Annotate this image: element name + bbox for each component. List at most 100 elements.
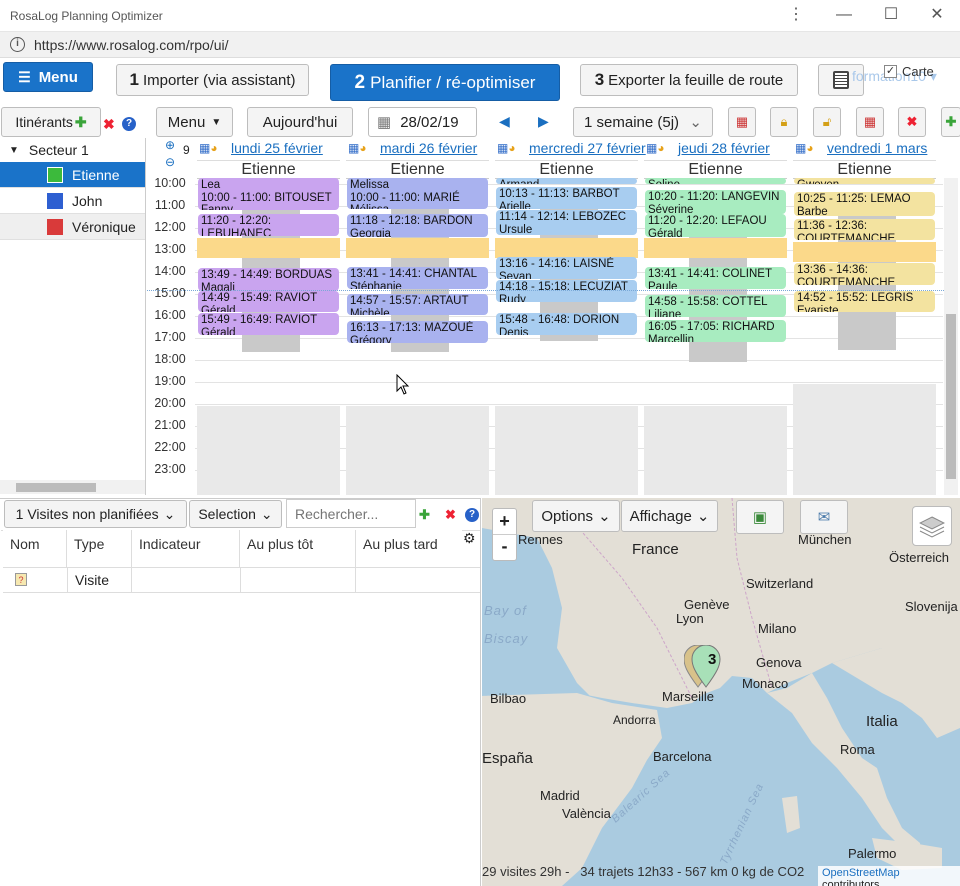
event-title: 10:13 - 11:13: BARBOT [499, 188, 620, 200]
zoom-out-button[interactable]: - [493, 535, 516, 561]
visit-event[interactable]: 15:48 - 16:48: DORION Denis [496, 313, 637, 335]
col-indicateur[interactable]: Indicateur [132, 530, 240, 567]
day-date-link[interactable]: jeudi 28 février [644, 140, 770, 156]
visit-event[interactable]: Armand [496, 178, 637, 184]
visit-event[interactable]: 15:49 - 16:49: RAVIOT Gérald [198, 313, 339, 335]
osm-link[interactable]: OpenStreetMap [822, 867, 900, 879]
map-route-button[interactable]: ✉ [800, 500, 848, 534]
visit-event[interactable]: 13:36 - 14:36: COURTEMANCHE Dorine [794, 263, 935, 285]
calendar-menu-button[interactable]: Menu ▼ [156, 107, 233, 137]
layers-button[interactable] [912, 506, 952, 546]
close-window-icon[interactable]: ✕ [925, 4, 949, 26]
carte-checkbox[interactable]: ✓ [884, 65, 897, 78]
visit-event[interactable]: Melissa10:00 - 11:00: MARIÉMélissa [347, 178, 488, 209]
visit-event[interactable]: Gweven [794, 178, 935, 184]
visit-event[interactable]: 11:36 - 12:36: COURTEMANCHE Dorine [794, 219, 935, 240]
search-input[interactable] [286, 499, 416, 528]
map-fit-button[interactable]: ▣ [736, 500, 784, 534]
visit-event[interactable]: 16:05 - 17:05: RICHARD Marcellin [645, 320, 786, 342]
add-visit-icon[interactable]: ✚ [419, 507, 430, 523]
visit-event[interactable]: 11:18 - 12:18: BARDON Georgia [347, 214, 488, 237]
visit-event[interactable]: 14:57 - 15:57: ARTAUT Michèle [347, 294, 488, 315]
zoom-in-button[interactable]: + [493, 509, 516, 535]
hour-label: 13:00 [154, 242, 186, 256]
prev-arrow-icon[interactable]: ◀ [499, 113, 510, 130]
range-select[interactable]: 1 semaine (5j) ⌄ [573, 107, 713, 137]
itinerants-tab[interactable]: Itinérants ✚ [1, 107, 101, 137]
col-au-plus-tot[interactable]: Au plus tôt [240, 530, 356, 567]
visit-event[interactable]: 13:49 - 14:49: BORDUAS Magali [198, 268, 339, 291]
carte-toggle[interactable]: ✓ Carte [884, 64, 934, 79]
visit-event[interactable]: 10:25 - 11:25: LEMAO Barbe [794, 192, 935, 216]
horizontal-scrollbar[interactable] [0, 480, 145, 494]
scroll-thumb[interactable] [16, 483, 96, 492]
unplanned-select[interactable]: 1 Visites non planifiées ⌄ [4, 500, 187, 528]
calendar-view-button[interactable]: ▦ [728, 107, 756, 137]
col-type[interactable]: Type [67, 530, 132, 567]
map-options-button[interactable]: Options ⌄ [532, 500, 620, 532]
map-cluster-marker[interactable]: 3 [684, 645, 722, 688]
zoom-out-icon[interactable]: ⊖ [165, 155, 175, 169]
export-button[interactable]: 3 Exporter la feuille de route [580, 64, 798, 96]
map-label: Milano [758, 621, 797, 636]
main-menu-button[interactable]: ☰ Menu [3, 62, 93, 92]
minimize-icon[interactable]: — [832, 4, 856, 26]
resource-row-john[interactable]: John [0, 188, 145, 214]
table-row[interactable]: ? Visite [3, 567, 480, 593]
help-icon[interactable]: ? [122, 117, 136, 131]
calendar-delete-button[interactable]: ▦ [856, 107, 884, 137]
day-date-link[interactable]: mercredi 27 février [495, 140, 646, 156]
selection-select[interactable]: Selection ⌄ [189, 500, 282, 528]
resource-row-veronique[interactable]: Véronique [0, 214, 145, 240]
col-au-plus-tard[interactable]: Au plus tard [356, 530, 462, 567]
visit-event[interactable]: 11:20 - 12:20: LEFAOU Gérald [645, 214, 786, 237]
sector-row[interactable]: ▼ Secteur 1 [0, 138, 145, 162]
visit-event[interactable]: 10:13 - 11:13: BARBOT Arielle [496, 187, 637, 209]
url-text[interactable]: https://www.rosalog.com/rpo/ui/ [34, 37, 229, 53]
kebab-menu-icon[interactable]: ⋮ [784, 4, 808, 26]
next-arrow-icon[interactable]: ▶ [538, 113, 549, 130]
vertical-scrollbar[interactable] [944, 178, 958, 495]
info-icon[interactable]: i [10, 37, 25, 52]
map-affichage-button[interactable]: Affichage ⌄ [621, 500, 718, 532]
map-panel[interactable]: Rennes München Österreich France Switzer… [482, 498, 960, 886]
collapse-arrow-icon[interactable]: ▼ [9, 145, 19, 156]
unlock-button[interactable]: 🔓︎ [813, 107, 841, 137]
visit-event[interactable]: 14:18 - 15:18: LECUZIAT Rudy [496, 280, 637, 302]
date-field[interactable]: ▦ 28/02/19 [368, 107, 477, 137]
event-contact: Ursule [499, 223, 533, 236]
calendar-icon[interactable]: ▦ [377, 113, 391, 131]
visit-event[interactable]: Soline [645, 178, 786, 184]
maximize-icon[interactable]: ☐ [879, 4, 903, 26]
today-button[interactable]: Aujourd'hui [247, 107, 353, 137]
visit-event[interactable]: 11:20 - 12:20: LEBUHANECSakina [198, 214, 339, 236]
help-icon[interactable]: ? [465, 508, 479, 522]
visit-event[interactable]: 14:58 - 15:58: COTTEL Liliane [645, 295, 786, 317]
visit-event[interactable]: 13:41 - 14:41: COLINET Paule [645, 267, 786, 289]
import-button[interactable]: 1 Importer (via assistant) [116, 64, 309, 96]
remove-icon[interactable]: ✖ [103, 116, 115, 133]
day-date-link[interactable]: mardi 26 février [346, 140, 477, 156]
zoom-in-icon[interactable]: ⊕ [165, 138, 175, 152]
plan-button[interactable]: 2 Planifier / ré-optimiser [330, 64, 560, 101]
visit-event[interactable]: 13:16 - 14:16: LAISNÉ Sevan [496, 257, 637, 279]
visit-event[interactable]: 14:49 - 15:49: RAVIOT Gérald [198, 291, 339, 312]
settings-gear-icon[interactable]: ⚙ [463, 530, 476, 547]
address-bar[interactable]: i https://www.rosalog.com/rpo/ui/ [0, 32, 960, 58]
visit-event[interactable]: 11:14 - 12:14: LEBOZEC Ursule [496, 210, 637, 235]
lock-button[interactable]: 🔒︎ [770, 107, 798, 137]
visit-event[interactable]: 16:13 - 17:13: MAZOUÉ Grégory [347, 321, 488, 343]
delete-button[interactable]: ✖ [898, 107, 926, 137]
visit-event[interactable]: 13:41 - 14:41: CHANTAL Stéphanie [347, 267, 488, 289]
add-button[interactable]: ✚ [941, 107, 960, 137]
col-nom[interactable]: Nom [3, 530, 67, 567]
scroll-thumb[interactable] [946, 314, 956, 479]
clear-search-icon[interactable]: ✖ [445, 507, 456, 523]
visit-event[interactable]: 10:20 - 11:20: LANGEVIN Séverine [645, 190, 786, 214]
date-value[interactable]: 28/02/19 [400, 114, 458, 131]
day-date-link[interactable]: vendredi 1 mars [793, 140, 927, 156]
resource-row-etienne[interactable]: Etienne [0, 162, 145, 188]
visit-event[interactable]: Lea 10:00 - 11:00: BITOUSET Fanny [198, 178, 339, 210]
day-date-link[interactable]: lundi 25 février [197, 140, 323, 156]
visit-event[interactable]: 14:52 - 15:52: LEGRIS Evariste [794, 291, 935, 312]
